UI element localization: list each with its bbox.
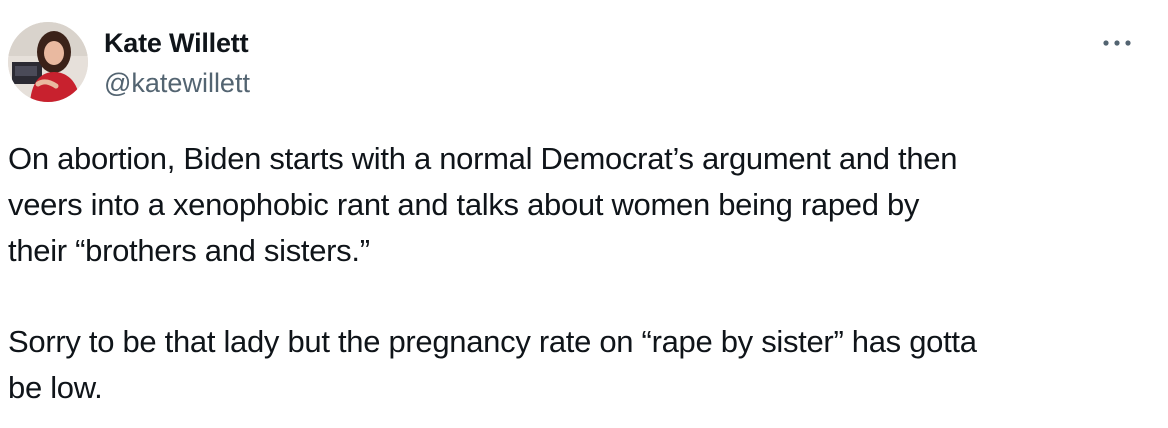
more-horizontal-icon: [1103, 40, 1131, 46]
tweet-text: On abortion, Biden starts with a normal …: [8, 136, 1158, 411]
tweet-paragraph: On abortion, Biden starts with a normal …: [8, 141, 958, 268]
tweet-card: Kate Willett @katewillett On abortion, B…: [0, 0, 1168, 428]
author-handle[interactable]: @katewillett: [104, 66, 250, 100]
author-name[interactable]: Kate Willett: [104, 26, 249, 60]
profile-photo-icon: [8, 22, 88, 102]
more-options-button[interactable]: [1096, 28, 1140, 58]
avatar[interactable]: [8, 22, 88, 102]
tweet-paragraph: Sorry to be that lady but the pregnancy …: [8, 324, 977, 405]
